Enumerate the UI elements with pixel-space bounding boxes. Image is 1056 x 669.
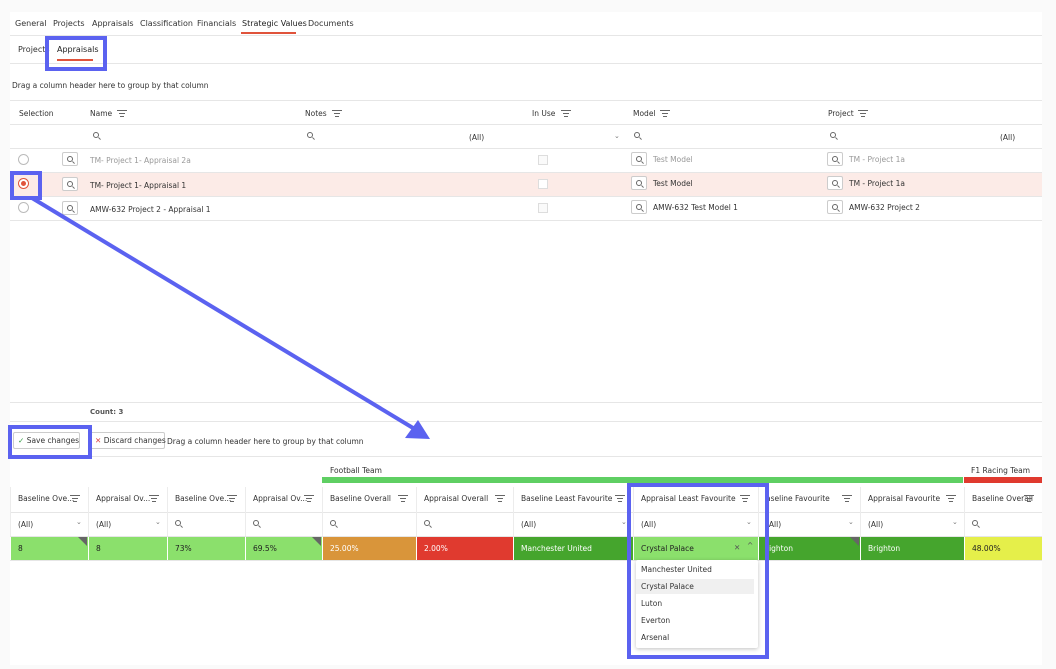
annotation-arrow	[30, 196, 430, 439]
page: General Projects Appraisals Classificati…	[0, 0, 1056, 669]
